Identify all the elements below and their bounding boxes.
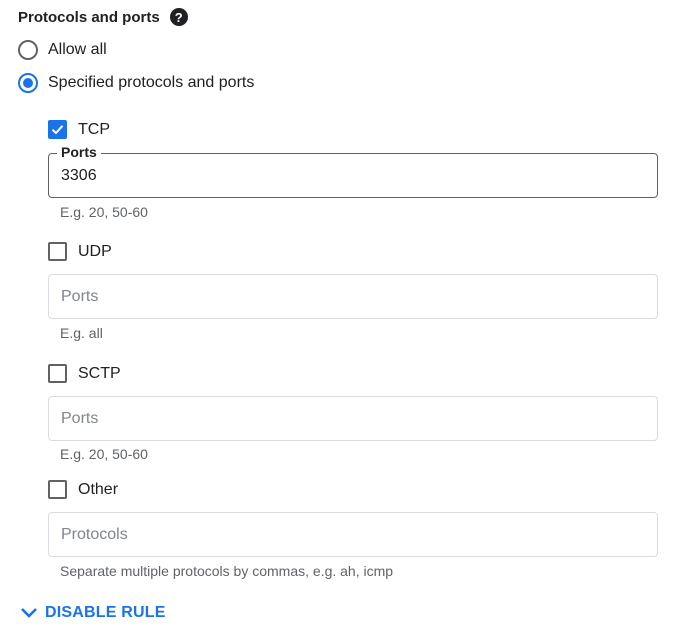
allow-all-radio-option[interactable]: Allow all — [18, 40, 107, 60]
specified-protocols-radio[interactable] — [18, 73, 38, 93]
sctp-ports-field[interactable] — [48, 396, 658, 441]
sctp-label: SCTP — [78, 364, 121, 382]
tcp-ports-field[interactable]: Ports — [48, 144, 658, 198]
specified-protocols-radio-option[interactable]: Specified protocols and ports — [18, 73, 254, 93]
udp-checkbox[interactable] — [48, 242, 67, 261]
udp-ports-field[interactable] — [48, 274, 658, 319]
udp-checkbox-option[interactable]: UDP — [48, 242, 112, 261]
protocols-ports-header: Protocols and ports ? — [18, 8, 188, 26]
allow-all-label: Allow all — [48, 41, 107, 58]
sctp-checkbox-option[interactable]: SCTP — [48, 364, 121, 383]
tcp-ports-hint: E.g. 20, 50-60 — [60, 204, 148, 220]
section-title: Protocols and ports — [18, 8, 160, 26]
tcp-checkbox[interactable] — [48, 120, 67, 139]
udp-ports-input[interactable] — [49, 275, 657, 318]
other-protocols-input[interactable] — [49, 513, 657, 556]
allow-all-radio[interactable] — [18, 40, 38, 60]
help-icon[interactable]: ? — [169, 8, 188, 26]
tcp-ports-field-label: Ports — [57, 144, 101, 160]
sctp-checkbox[interactable] — [48, 364, 67, 383]
udp-ports-hint: E.g. all — [60, 325, 103, 341]
other-label: Other — [78, 480, 119, 498]
disable-rule-button[interactable]: DISABLE RULE — [20, 604, 166, 622]
chevron-down-icon — [21, 608, 37, 618]
tcp-ports-input[interactable] — [49, 154, 657, 197]
disable-rule-label: DISABLE RULE — [45, 604, 166, 621]
sctp-ports-hint: E.g. 20, 50-60 — [60, 446, 148, 462]
checkmark-icon — [51, 125, 64, 135]
specified-protocols-label: Specified protocols and ports — [48, 74, 255, 91]
other-protocols-hint: Separate multiple protocols by commas, e… — [60, 563, 394, 579]
other-checkbox[interactable] — [48, 480, 67, 499]
other-checkbox-option[interactable]: Other — [48, 480, 118, 499]
tcp-label: TCP — [78, 120, 110, 138]
udp-label: UDP — [78, 242, 112, 260]
tcp-checkbox-option[interactable]: TCP — [48, 120, 110, 139]
other-protocols-field[interactable] — [48, 512, 658, 557]
sctp-ports-input[interactable] — [49, 397, 657, 440]
